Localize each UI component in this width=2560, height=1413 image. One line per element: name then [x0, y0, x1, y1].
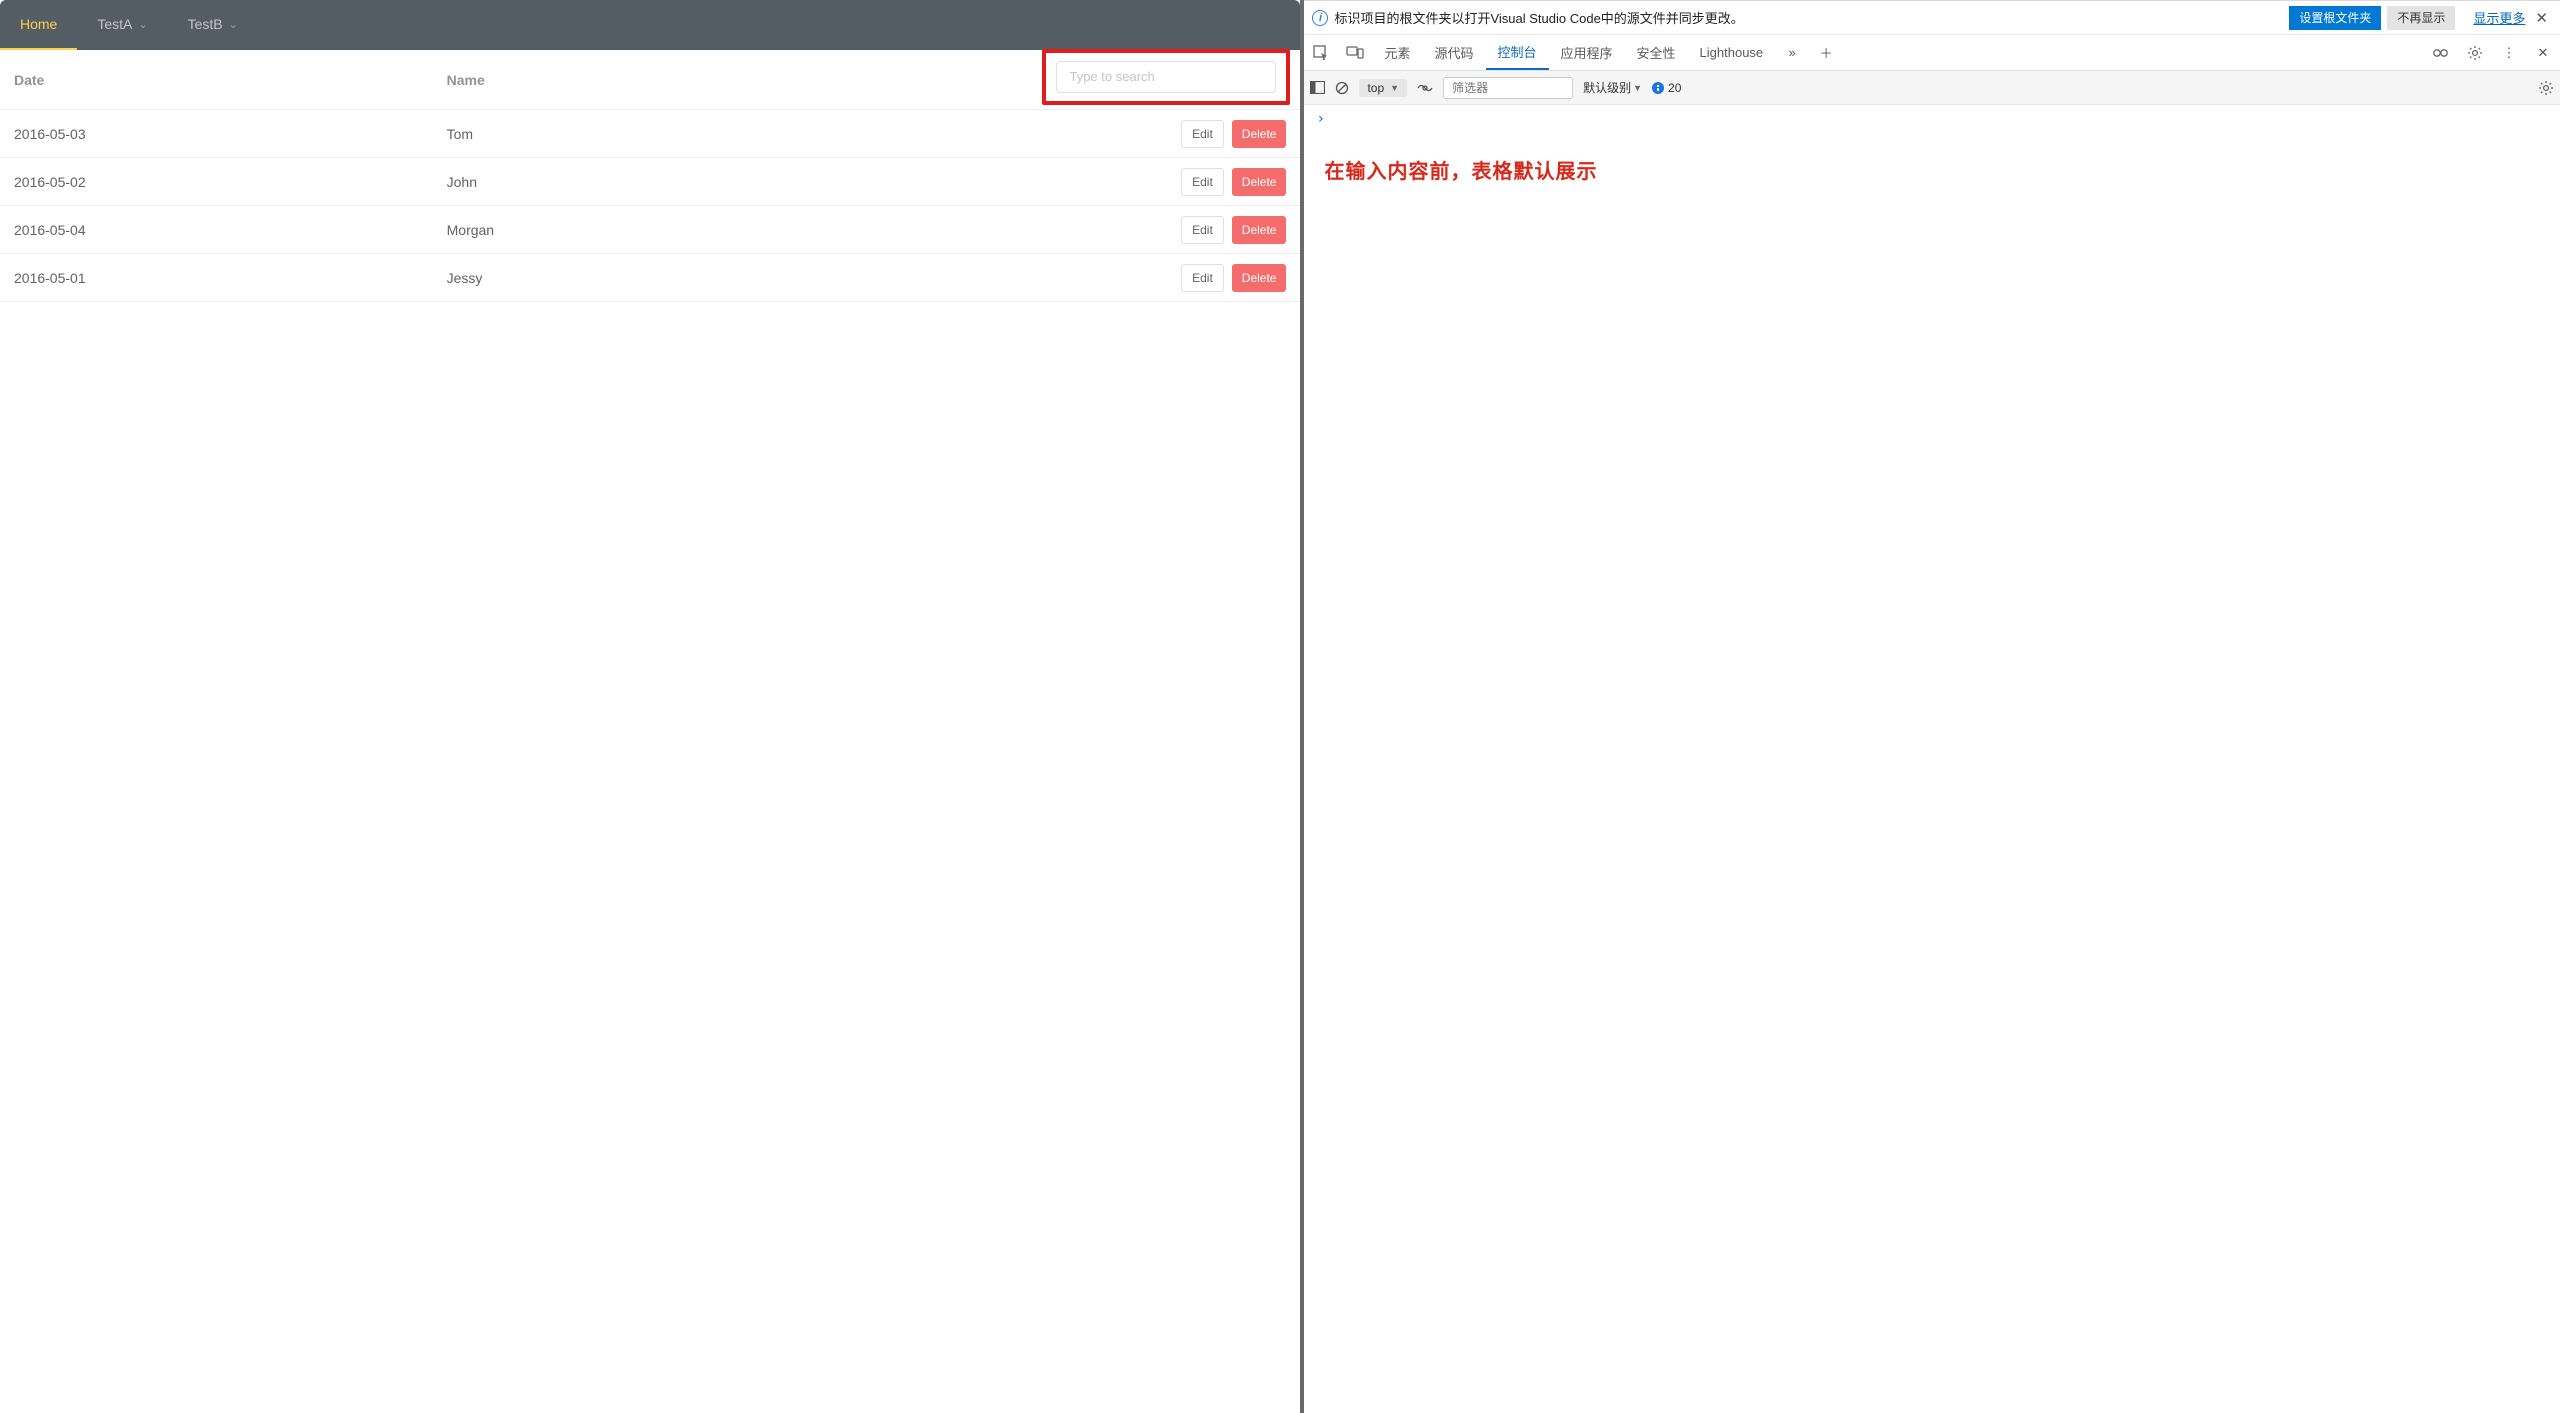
close-icon[interactable]: ✕ [2531, 9, 2552, 27]
tab-console[interactable]: 控制台 [1486, 35, 1549, 70]
infobar-message: 标识项目的根文件夹以打开Visual Studio Code中的源文件并同步更改… [1334, 8, 2283, 27]
set-root-button[interactable]: 设置根文件夹 [2289, 6, 2381, 30]
row-actions: Edit Delete [828, 264, 1286, 292]
console-message: 在输入内容前，表格默认展示 [1324, 155, 2548, 184]
caret-down-icon: ▼ [1633, 83, 1642, 93]
table-body: 2016-05-03 Tom Edit Delete 2016-05-02 Jo… [0, 110, 1300, 302]
level-label: 默认级别 [1583, 79, 1631, 96]
table-row: 2016-05-04 Morgan Edit Delete [0, 206, 1300, 254]
edit-button[interactable]: Edit [1181, 216, 1224, 244]
cell-name: John [447, 174, 829, 190]
table-header: Date Name [0, 50, 1300, 110]
delete-button[interactable]: Delete [1232, 216, 1287, 244]
sidebar-toggle-icon[interactable] [1310, 81, 1325, 94]
live-expression-icon[interactable] [1417, 82, 1433, 94]
inspect-icon[interactable] [1304, 35, 1338, 70]
row-actions: Edit Delete [828, 216, 1286, 244]
no-show-button[interactable]: 不再显示 [2387, 6, 2455, 30]
console-prompt-icon: › [1316, 111, 2548, 127]
show-more-link[interactable]: 显示更多 [2473, 8, 2525, 27]
nav-testa[interactable]: TestA ⌄ [77, 0, 167, 50]
nav-home[interactable]: Home [0, 0, 77, 50]
cell-name: Tom [447, 126, 829, 142]
message-count[interactable]: 20 [1652, 81, 1681, 95]
tab-lighthouse[interactable]: Lighthouse [1688, 35, 1776, 70]
device-toggle-icon[interactable] [1338, 35, 1372, 70]
console-settings-icon[interactable] [2538, 80, 2554, 96]
cell-name: Morgan [447, 222, 829, 238]
tab-elements[interactable]: 元素 [1372, 35, 1422, 70]
cell-date: 2016-05-04 [14, 222, 447, 238]
edit-button[interactable]: Edit [1181, 120, 1224, 148]
add-tab-icon[interactable]: ＋ [1809, 35, 1843, 70]
chevron-down-icon: ⌄ [138, 18, 147, 31]
infobar: i 标识项目的根文件夹以打开Visual Studio Code中的源文件并同步… [1304, 1, 2560, 35]
filter-input[interactable] [1443, 77, 1573, 99]
app-navigation: Home TestA ⌄ TestB ⌄ [0, 0, 1300, 50]
edit-button[interactable]: Edit [1181, 168, 1224, 196]
more-tabs-icon[interactable]: » [1775, 35, 1809, 70]
table-row: 2016-05-01 Jessy Edit Delete [0, 254, 1300, 302]
cell-date: 2016-05-02 [14, 174, 447, 190]
console-toolbar: top ▼ 默认级别 ▼ 20 [1304, 71, 2560, 105]
delete-button[interactable]: Delete [1232, 168, 1287, 196]
search-input[interactable] [1056, 61, 1276, 93]
search-highlight-box [1042, 49, 1290, 105]
delete-button[interactable]: Delete [1232, 264, 1287, 292]
cell-date: 2016-05-03 [14, 126, 447, 142]
tab-security[interactable]: 安全性 [1625, 35, 1688, 70]
column-header-date[interactable]: Date [14, 72, 447, 88]
cell-date: 2016-05-01 [14, 270, 447, 286]
nav-testb[interactable]: TestB ⌄ [168, 0, 258, 50]
table-row: 2016-05-02 John Edit Delete [0, 158, 1300, 206]
column-header-name[interactable]: Name [447, 72, 829, 88]
chevron-down-icon: ⌄ [229, 18, 238, 31]
delete-button[interactable]: Delete [1232, 120, 1287, 148]
tab-sources[interactable]: 源代码 [1422, 35, 1485, 70]
table-row: 2016-05-03 Tom Edit Delete [0, 110, 1300, 158]
devtools-panel: i 标识项目的根文件夹以打开Visual Studio Code中的源文件并同步… [1304, 0, 2560, 1413]
info-icon: i [1312, 10, 1328, 26]
info-dot-icon [1652, 82, 1664, 94]
clear-console-icon[interactable] [1335, 81, 1349, 95]
execution-context-selector[interactable]: top ▼ [1359, 79, 1407, 97]
console-output[interactable]: › 在输入内容前，表格默认展示 [1304, 105, 2560, 1413]
issues-icon[interactable] [2424, 35, 2458, 70]
row-actions: Edit Delete [828, 168, 1286, 196]
nav-label: TestA [97, 16, 132, 32]
row-actions: Edit Delete [828, 120, 1286, 148]
tab-application[interactable]: 应用程序 [1549, 35, 1625, 70]
context-label: top [1367, 81, 1384, 95]
nav-label: Home [20, 16, 57, 32]
log-level-selector[interactable]: 默认级别 ▼ [1583, 79, 1642, 96]
edit-button[interactable]: Edit [1181, 264, 1224, 292]
settings-icon[interactable] [2458, 35, 2492, 70]
count-value: 20 [1668, 81, 1681, 95]
app-panel: Home TestA ⌄ TestB ⌄ Date Name 2016-05-0… [0, 0, 1300, 1413]
more-options-icon[interactable]: ⋮ [2492, 35, 2526, 70]
cell-name: Jessy [447, 270, 829, 286]
close-devtools-icon[interactable]: ✕ [2526, 35, 2560, 70]
devtools-tabbar: 元素 源代码 控制台 应用程序 安全性 Lighthouse » ＋ ⋮ ✕ [1304, 35, 2560, 71]
column-header-action [828, 55, 1286, 105]
caret-down-icon: ▼ [1390, 83, 1399, 93]
nav-label: TestB [188, 16, 223, 32]
